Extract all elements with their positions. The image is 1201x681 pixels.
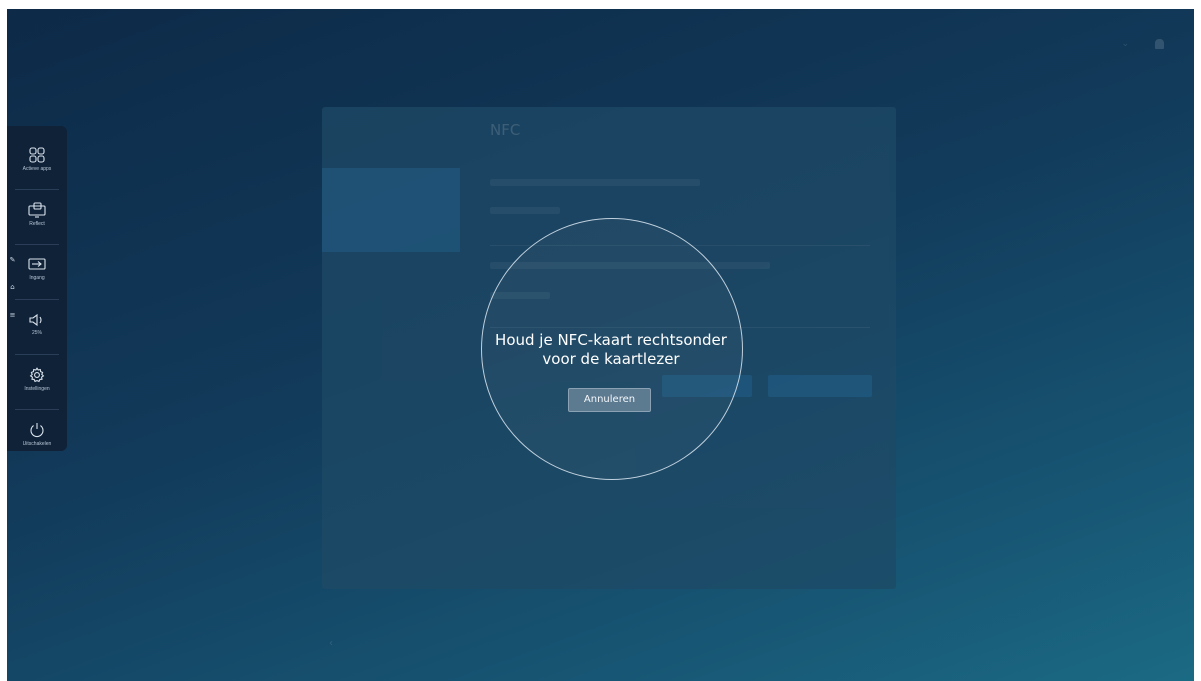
cancel-button[interactable]: Annuleren — [568, 388, 651, 412]
nfc-message: Houd je NFC-kaart rechtsonder voor de ka… — [495, 331, 727, 368]
screen: ⌄ NFC ‹ Actieve apps Reflect Ingang 25% … — [7, 9, 1194, 681]
nfc-overlay: Houd je NFC-kaart rechtsonder voor de ka… — [7, 9, 1194, 681]
